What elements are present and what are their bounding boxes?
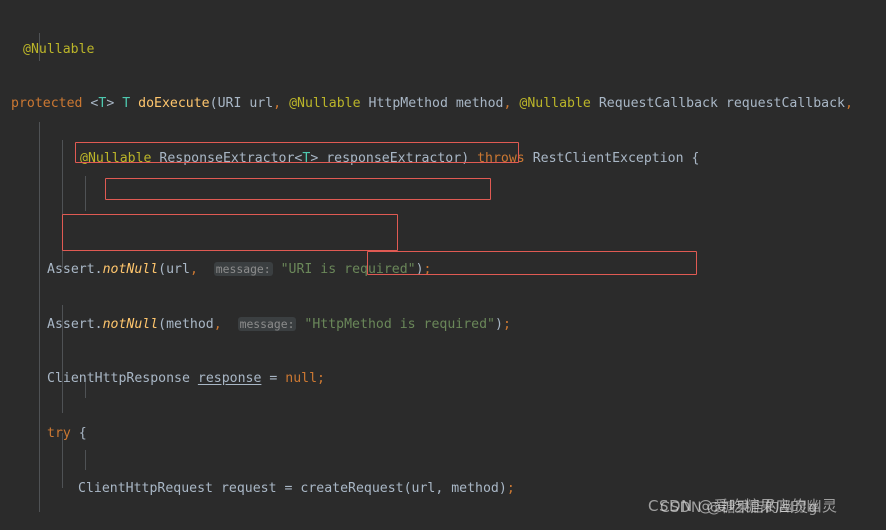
code-editor-screenshot: @Nullable protected <T> T doExecute(URI …: [0, 0, 886, 530]
code-line-6: Assert.notNull(method, message: "HttpMet…: [47, 317, 511, 333]
parameter-hint: message:: [213, 262, 273, 277]
code-line-7: ClientHttpResponse response = null;: [47, 370, 325, 386]
code-line-2: protected <T> T doExecute(URI url, @Null…: [11, 96, 853, 112]
code-line-5: Assert.notNull(url, message: "URI is req…: [47, 262, 432, 278]
watermark-secondary: CSDN @糖果店的幽灵g: [660, 500, 818, 516]
code-line-3: @Nullable ResponseExtractor<T> responseE…: [80, 151, 700, 167]
code-line-1: @Nullable: [23, 41, 95, 57]
parameter-hint: message:: [237, 317, 297, 332]
code-line-9: ClientHttpRequest request = createReques…: [78, 480, 515, 496]
code-block: @Nullable protected <T> T doExecute(URI …: [0, 0, 886, 530]
code-line-8: try {: [47, 425, 87, 441]
